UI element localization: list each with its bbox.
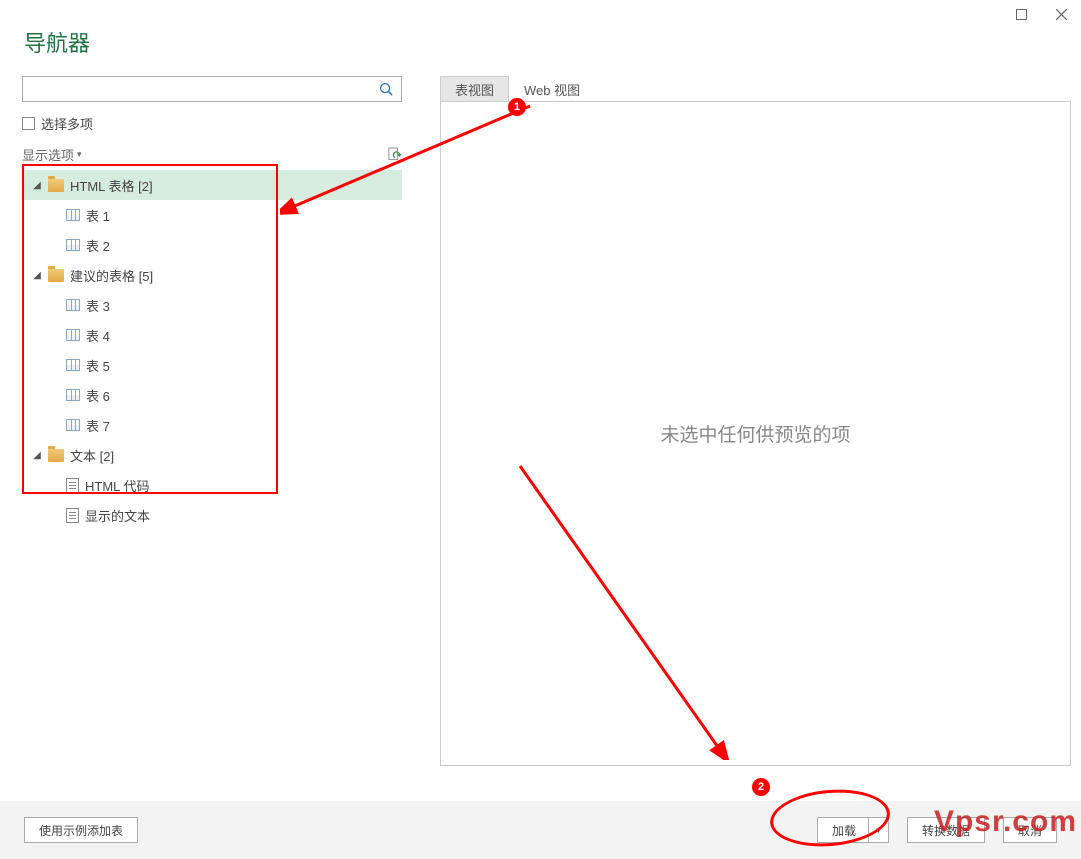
document-icon [66,478,79,493]
tab-table-view[interactable]: 表视图 [440,76,509,102]
search-icon [379,82,394,97]
tree-folder-html-tables[interactable]: ◢ HTML 表格 [2] [22,170,402,200]
footer: 使用示例添加表 加载 ▾ 转换数据 取消 [0,801,1081,859]
search-box [22,76,402,102]
restore-icon[interactable] [1001,0,1041,28]
add-table-by-example-button[interactable]: 使用示例添加表 [24,817,138,843]
tree-item-table[interactable]: 表 6 [22,380,402,410]
preview-area: 未选中任何供预览的项 [440,101,1071,766]
search-button[interactable] [371,77,401,101]
preview-empty-text: 未选中任何供预览的项 [660,420,850,447]
select-multiple-label: 选择多项 [41,114,93,133]
tree-item-doc[interactable]: HTML 代码 [22,470,402,500]
display-options-dropdown[interactable]: 显示选项 ▾ [22,145,82,164]
tree-item-table[interactable]: 表 7 [22,410,402,440]
table-icon [66,419,80,431]
folder-icon [48,179,64,192]
annotation-marker-2: 2 [752,778,770,796]
table-icon [66,239,80,251]
table-icon [66,329,80,341]
tree-item-table[interactable]: 表 5 [22,350,402,380]
table-icon [66,209,80,221]
tree-folder-suggested-tables[interactable]: ◢ 建议的表格 [5] [22,260,402,290]
chevron-down-icon: ▾ [77,149,82,160]
tree-item-doc[interactable]: 显示的文本 [22,500,402,530]
close-icon[interactable] [1041,0,1081,28]
caret-icon: ◢ [32,450,42,461]
navigation-tree: ◢ HTML 表格 [2] 表 1 表 2 ◢ 建议的表格 [5] 表 3 表 … [22,170,402,530]
search-input[interactable] [23,77,371,101]
document-icon [66,508,79,523]
tree-item-table[interactable]: 表 3 [22,290,402,320]
load-button[interactable]: 加载 ▾ [817,817,889,843]
tree-item-table[interactable]: 表 4 [22,320,402,350]
load-dropdown[interactable]: ▾ [868,818,888,842]
watermark-text: Vpsr.com [934,805,1077,839]
tree-item-table[interactable]: 表 1 [22,200,402,230]
tree-item-table[interactable]: 表 2 [22,230,402,260]
caret-icon: ◢ [32,270,42,281]
table-icon [66,359,80,371]
chevron-down-icon: ▾ [876,825,881,836]
tab-web-view[interactable]: Web 视图 [509,76,595,102]
annotation-marker-1: 1 [508,98,526,116]
caret-icon: ◢ [32,180,42,191]
select-multiple-checkbox[interactable] [22,117,35,130]
table-icon [66,389,80,401]
folder-icon [48,449,64,462]
folder-icon [48,269,64,282]
tree-folder-text[interactable]: ◢ 文本 [2] [22,440,402,470]
refresh-button[interactable] [388,147,402,163]
dialog-title: 导航器 [24,26,90,58]
table-icon [66,299,80,311]
